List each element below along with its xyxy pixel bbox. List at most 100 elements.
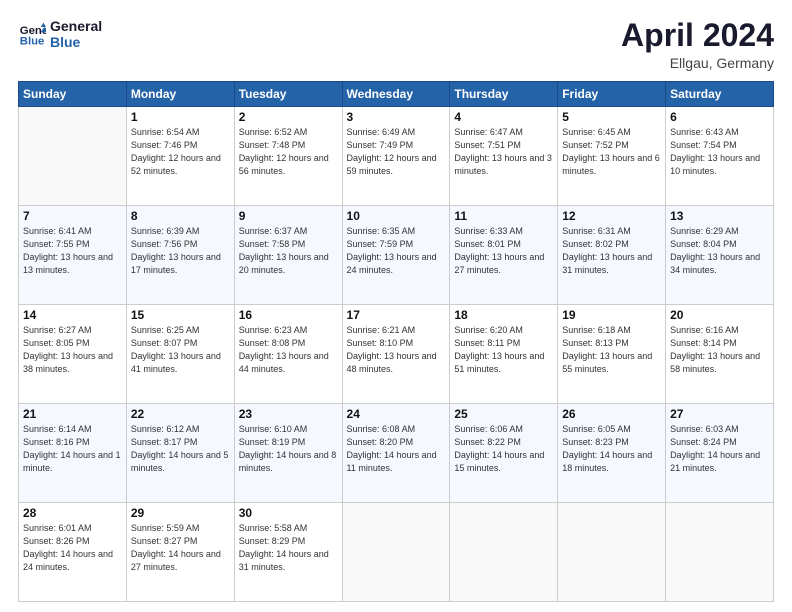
day-info: Sunrise: 6:37 AM Sunset: 7:58 PM Dayligh… [239, 225, 338, 277]
day-info: Sunrise: 5:58 AM Sunset: 8:29 PM Dayligh… [239, 522, 338, 574]
weekday-header-friday: Friday [558, 82, 666, 107]
calendar-cell: 6 Sunrise: 6:43 AM Sunset: 7:54 PM Daylig… [666, 107, 774, 206]
calendar-cell: 7Sunrise: 6:41 AM Sunset: 7:55 PM Daylig… [19, 206, 127, 305]
day-info: Sunrise: 6:33 AM Sunset: 8:01 PM Dayligh… [454, 225, 553, 277]
day-info: Sunrise: 6:10 AM Sunset: 8:19 PM Dayligh… [239, 423, 338, 475]
day-number: 30 [239, 506, 338, 520]
day-info: Sunrise: 5:59 AM Sunset: 8:27 PM Dayligh… [131, 522, 230, 574]
calendar-cell: 24Sunrise: 6:08 AM Sunset: 8:20 PM Dayli… [342, 404, 450, 503]
day-info: Sunrise: 6:35 AM Sunset: 7:59 PM Dayligh… [347, 225, 446, 277]
calendar-cell: 3 Sunrise: 6:49 AM Sunset: 7:49 PM Daylig… [342, 107, 450, 206]
title-block: April 2024 Ellgau, Germany [621, 18, 774, 71]
calendar-cell: 4Sunrise: 6:47 AM Sunset: 7:51 PM Daylig… [450, 107, 558, 206]
day-info: Sunrise: 6:29 AM Sunset: 8:04 PM Dayligh… [670, 225, 769, 277]
weekday-header-wednesday: Wednesday [342, 82, 450, 107]
day-info: Sunrise: 6:16 AM Sunset: 8:14 PM Dayligh… [670, 324, 769, 376]
day-info: Sunrise: 6:47 AM Sunset: 7:51 PM Dayligh… [454, 126, 553, 178]
day-info: Sunrise: 6:52 AM Sunset: 7:48 PM Dayligh… [239, 126, 338, 178]
day-info: Sunrise: 6:20 AM Sunset: 8:11 PM Dayligh… [454, 324, 553, 376]
calendar-cell: 1Sunrise: 6:54 AM Sunset: 7:46 PM Daylig… [126, 107, 234, 206]
day-number: 18 [454, 308, 553, 322]
logo-icon: General Blue [18, 20, 46, 48]
day-number: 22 [131, 407, 230, 421]
day-info: Sunrise: 6:05 AM Sunset: 8:23 PM Dayligh… [562, 423, 661, 475]
calendar-cell: 30 Sunrise: 5:58 AM Sunset: 8:29 PM Dayli… [234, 503, 342, 602]
day-number: 12 [562, 209, 661, 223]
day-number: 19 [562, 308, 661, 322]
day-number: 14 [23, 308, 122, 322]
logo-text-general: General [50, 18, 102, 34]
day-number: 15 [131, 308, 230, 322]
weekday-header-saturday: Saturday [666, 82, 774, 107]
logo-text-blue: Blue [50, 34, 102, 50]
calendar-cell [558, 503, 666, 602]
weekday-header-sunday: Sunday [19, 82, 127, 107]
calendar-cell: 13 Sunrise: 6:29 AM Sunset: 8:04 PM Dayli… [666, 206, 774, 305]
weekday-header-thursday: Thursday [450, 82, 558, 107]
day-info: Sunrise: 6:08 AM Sunset: 8:20 PM Dayligh… [347, 423, 446, 475]
calendar-week-row: 28Sunrise: 6:01 AM Sunset: 8:26 PM Dayli… [19, 503, 774, 602]
day-info: Sunrise: 6:43 AM Sunset: 7:54 PM Dayligh… [670, 126, 769, 178]
calendar-cell: 18 Sunrise: 6:20 AM Sunset: 8:11 PM Dayli… [450, 305, 558, 404]
day-info: Sunrise: 6:41 AM Sunset: 7:55 PM Dayligh… [23, 225, 122, 277]
calendar-cell: 2 Sunrise: 6:52 AM Sunset: 7:48 PM Daylig… [234, 107, 342, 206]
calendar-cell: 26Sunrise: 6:05 AM Sunset: 8:23 PM Dayli… [558, 404, 666, 503]
calendar-cell: 25Sunrise: 6:06 AM Sunset: 8:22 PM Dayli… [450, 404, 558, 503]
day-number: 2 [239, 110, 338, 124]
calendar-cell: 21 Sunrise: 6:14 AM Sunset: 8:16 PM Dayli… [19, 404, 127, 503]
calendar-cell: 5Sunrise: 6:45 AM Sunset: 7:52 PM Daylig… [558, 107, 666, 206]
day-number: 23 [239, 407, 338, 421]
calendar-cell: 11Sunrise: 6:33 AM Sunset: 8:01 PM Dayli… [450, 206, 558, 305]
calendar-cell: 19 Sunrise: 6:18 AM Sunset: 8:13 PM Dayli… [558, 305, 666, 404]
calendar-cell: 16 Sunrise: 6:23 AM Sunset: 8:08 PM Dayli… [234, 305, 342, 404]
calendar-cell [450, 503, 558, 602]
location: Ellgau, Germany [621, 55, 774, 71]
day-info: Sunrise: 6:45 AM Sunset: 7:52 PM Dayligh… [562, 126, 661, 178]
day-number: 16 [239, 308, 338, 322]
calendar-cell: 17 Sunrise: 6:21 AM Sunset: 8:10 PM Dayli… [342, 305, 450, 404]
calendar-cell: 20Sunrise: 6:16 AM Sunset: 8:14 PM Dayli… [666, 305, 774, 404]
calendar-cell: 8 Sunrise: 6:39 AM Sunset: 7:56 PM Daylig… [126, 206, 234, 305]
calendar-cell: 22 Sunrise: 6:12 AM Sunset: 8:17 PM Dayli… [126, 404, 234, 503]
calendar-cell [19, 107, 127, 206]
day-info: Sunrise: 6:27 AM Sunset: 8:05 PM Dayligh… [23, 324, 122, 376]
calendar-cell: 10Sunrise: 6:35 AM Sunset: 7:59 PM Dayli… [342, 206, 450, 305]
weekday-header-monday: Monday [126, 82, 234, 107]
day-info: Sunrise: 6:39 AM Sunset: 7:56 PM Dayligh… [131, 225, 230, 277]
weekday-header-tuesday: Tuesday [234, 82, 342, 107]
day-info: Sunrise: 6:21 AM Sunset: 8:10 PM Dayligh… [347, 324, 446, 376]
day-info: Sunrise: 6:12 AM Sunset: 8:17 PM Dayligh… [131, 423, 230, 475]
calendar-cell: 14 Sunrise: 6:27 AM Sunset: 8:05 PM Dayli… [19, 305, 127, 404]
day-info: Sunrise: 6:49 AM Sunset: 7:49 PM Dayligh… [347, 126, 446, 178]
calendar-cell: 27 Sunrise: 6:03 AM Sunset: 8:24 PM Dayli… [666, 404, 774, 503]
calendar-cell [342, 503, 450, 602]
day-number: 3 [347, 110, 446, 124]
calendar-week-row: 7Sunrise: 6:41 AM Sunset: 7:55 PM Daylig… [19, 206, 774, 305]
day-number: 28 [23, 506, 122, 520]
header: General Blue General Blue April 2024 Ell… [18, 18, 774, 71]
calendar-cell: 28Sunrise: 6:01 AM Sunset: 8:26 PM Dayli… [19, 503, 127, 602]
calendar-cell [666, 503, 774, 602]
day-number: 1 [131, 110, 230, 124]
day-number: 21 [23, 407, 122, 421]
page: General Blue General Blue April 2024 Ell… [0, 0, 792, 612]
day-info: Sunrise: 6:23 AM Sunset: 8:08 PM Dayligh… [239, 324, 338, 376]
day-info: Sunrise: 6:18 AM Sunset: 8:13 PM Dayligh… [562, 324, 661, 376]
day-info: Sunrise: 6:14 AM Sunset: 8:16 PM Dayligh… [23, 423, 122, 475]
day-number: 17 [347, 308, 446, 322]
calendar-week-row: 1Sunrise: 6:54 AM Sunset: 7:46 PM Daylig… [19, 107, 774, 206]
day-number: 8 [131, 209, 230, 223]
day-number: 29 [131, 506, 230, 520]
calendar-header-row: SundayMondayTuesdayWednesdayThursdayFrid… [19, 82, 774, 107]
day-number: 9 [239, 209, 338, 223]
day-number: 27 [670, 407, 769, 421]
month-title: April 2024 [621, 18, 774, 53]
day-info: Sunrise: 6:03 AM Sunset: 8:24 PM Dayligh… [670, 423, 769, 475]
day-number: 25 [454, 407, 553, 421]
calendar-cell: 23 Sunrise: 6:10 AM Sunset: 8:19 PM Dayli… [234, 404, 342, 503]
day-number: 6 [670, 110, 769, 124]
svg-text:Blue: Blue [20, 36, 45, 48]
calendar-cell: 9 Sunrise: 6:37 AM Sunset: 7:58 PM Daylig… [234, 206, 342, 305]
day-number: 13 [670, 209, 769, 223]
logo: General Blue General Blue [18, 18, 102, 50]
